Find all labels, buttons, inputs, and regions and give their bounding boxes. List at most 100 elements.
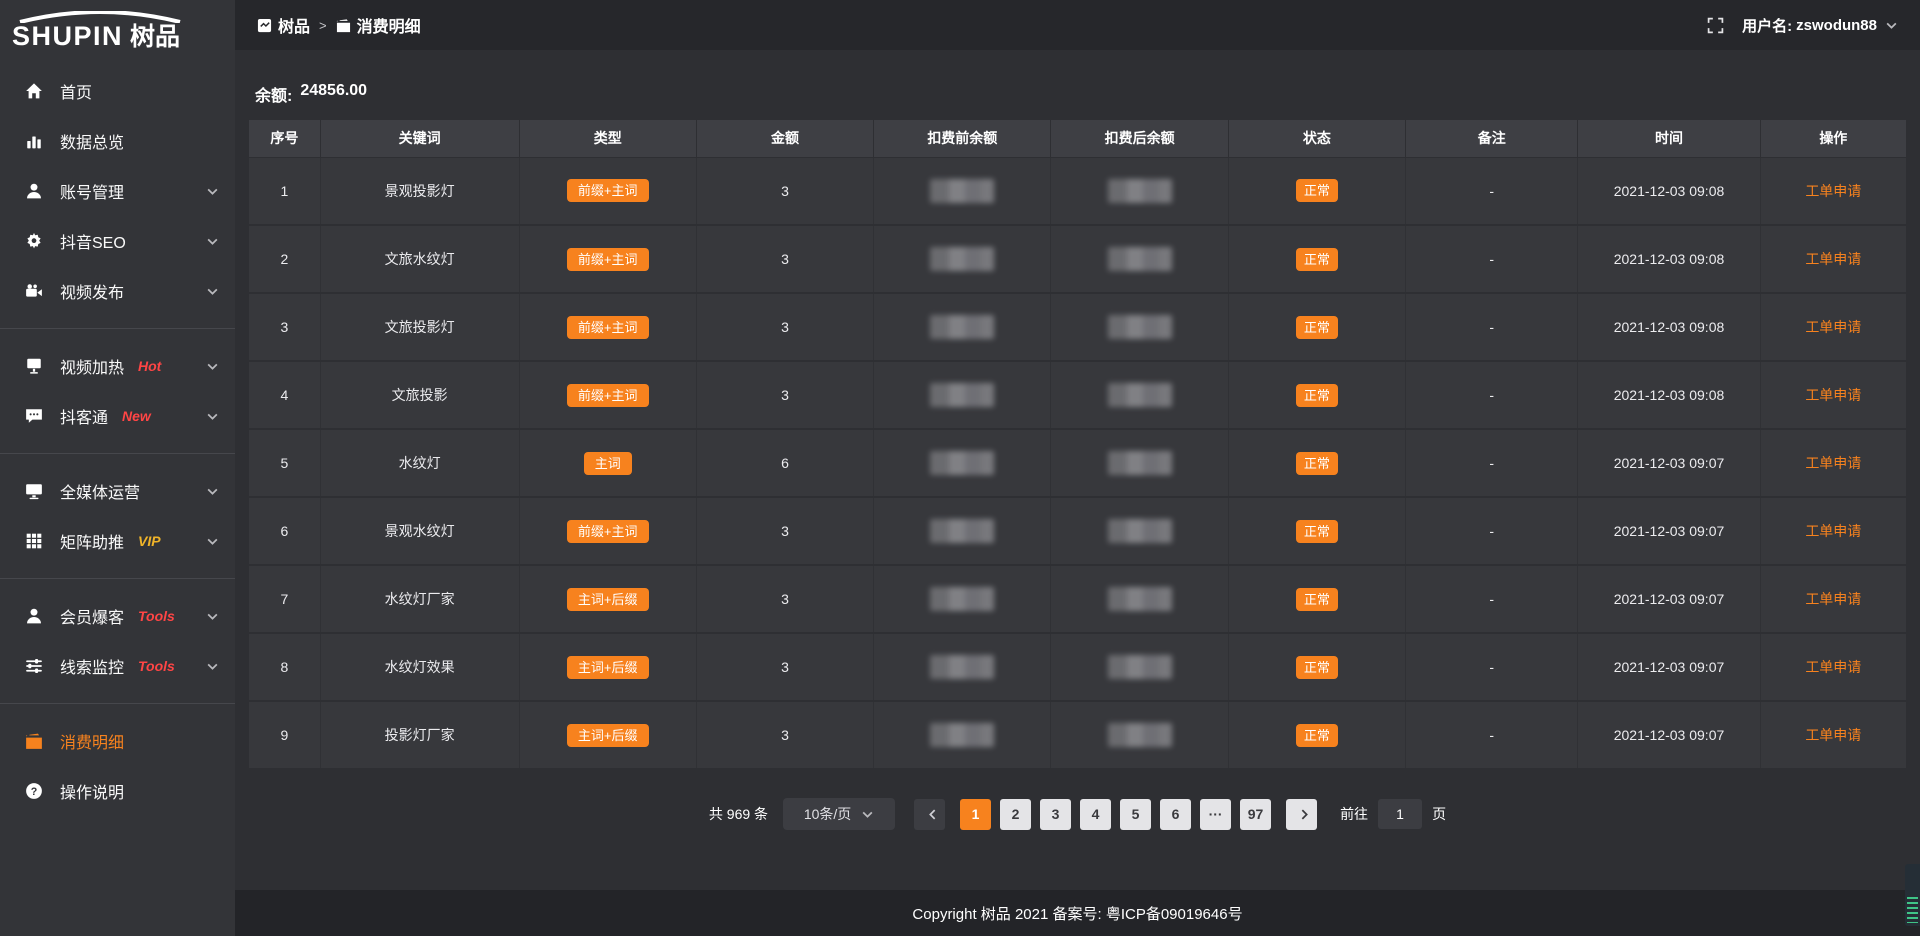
sidebar-badge: Hot <box>138 358 161 374</box>
masked-value <box>1108 655 1172 679</box>
ticket-apply-link[interactable]: 工单申请 <box>1805 183 1861 199</box>
sliders-icon <box>24 656 44 676</box>
page-button-2[interactable]: 2 <box>1000 799 1031 830</box>
fullscreen-icon[interactable] <box>1707 17 1724 34</box>
cell-type: 主词+后缀 <box>519 633 696 701</box>
cell-balance-before <box>874 225 1051 293</box>
goto-page-input[interactable] <box>1378 799 1422 829</box>
cell-keyword: 景观水纹灯 <box>320 497 519 565</box>
ticket-apply-link[interactable]: 工单申请 <box>1805 727 1861 743</box>
ticket-apply-link[interactable]: 工单申请 <box>1805 659 1861 675</box>
sidebar-item-全媒体运营[interactable]: 全媒体运营 <box>0 466 235 516</box>
sidebar-item-label: 全媒体运营 <box>60 479 140 503</box>
cell-balance-after <box>1051 225 1228 293</box>
ticket-apply-link[interactable]: 工单申请 <box>1805 387 1861 403</box>
cell-type: 前缀+主词 <box>519 361 696 429</box>
cell-keyword: 文旅水纹灯 <box>320 225 519 293</box>
page-button-97[interactable]: 97 <box>1240 799 1271 830</box>
breadcrumb-item-current[interactable]: 消费明细 <box>336 13 421 37</box>
table-header-row: 序号关键词类型金额扣费前余额扣费后余额状态备注时间操作 <box>249 120 1906 157</box>
sidebar-item-抖音SEO[interactable]: 抖音SEO <box>0 216 235 266</box>
cell-type: 主词+后缀 <box>519 701 696 769</box>
type-tag: 主词+后缀 <box>567 588 649 611</box>
cell-note: - <box>1406 429 1578 497</box>
masked-value <box>930 179 994 203</box>
cell-time: 2021-12-03 09:08 <box>1578 157 1760 225</box>
ticket-apply-link[interactable]: 工单申请 <box>1805 455 1861 471</box>
next-page-button[interactable] <box>1286 799 1317 830</box>
cell-note: - <box>1406 157 1578 225</box>
page-button-4[interactable]: 4 <box>1080 799 1111 830</box>
cell-balance-before <box>874 497 1051 565</box>
cell-balance-after <box>1051 633 1228 701</box>
wallet-icon <box>24 731 44 751</box>
pagination: 共 969 条 10条/页 123456···97 <box>249 798 1906 830</box>
chevron-down-icon <box>206 485 219 498</box>
type-tag: 前缀+主词 <box>567 316 649 339</box>
cell-index: 5 <box>249 429 320 497</box>
chevron-down-icon <box>206 410 219 423</box>
cell-time: 2021-12-03 09:08 <box>1578 361 1760 429</box>
cell-index: 1 <box>249 157 320 225</box>
table-row: 6景观水纹灯前缀+主词3正常-2021-12-03 09:07工单申请 <box>249 497 1906 565</box>
cell-keyword: 景观投影灯 <box>320 157 519 225</box>
more-pages-button[interactable]: ··· <box>1200 799 1231 830</box>
masked-value <box>1108 519 1172 543</box>
cell-balance-before <box>874 701 1051 769</box>
chevron-left-icon <box>926 808 939 821</box>
page-button-1[interactable]: 1 <box>960 799 991 830</box>
page-size-select[interactable]: 10条/页 <box>783 798 895 830</box>
user-menu[interactable]: 用户名: zswodun88 <box>1742 15 1898 36</box>
page-button-3[interactable]: 3 <box>1040 799 1071 830</box>
balance-label: 余额: <box>255 82 292 106</box>
table-row: 3文旅投影灯前缀+主词3正常-2021-12-03 09:08工单申请 <box>249 293 1906 361</box>
content: 余额: 24856.00 序号关键词类型金额扣费前余额扣费后余额状态备注时间操作… <box>235 50 1920 890</box>
copyright-text: Copyright 树品 2021 备案号: 粤ICP备09019646号 <box>912 903 1242 924</box>
status-badge: 正常 <box>1296 520 1338 543</box>
consumption-table: 序号关键词类型金额扣费前余额扣费后余额状态备注时间操作 1景观投影灯前缀+主词3… <box>249 120 1906 770</box>
svg-text:?: ? <box>31 786 38 798</box>
sidebar-item-矩阵助推[interactable]: 矩阵助推VIP <box>0 516 235 566</box>
sidebar-item-首页[interactable]: 首页 <box>0 66 235 116</box>
topbar-right: 用户名: zswodun88 <box>1707 15 1898 36</box>
ticket-apply-link[interactable]: 工单申请 <box>1805 591 1861 607</box>
cell-action: 工单申请 <box>1760 157 1906 225</box>
masked-value <box>1108 179 1172 203</box>
balance: 余额: 24856.00 <box>255 82 1900 106</box>
sidebar-item-label: 操作说明 <box>60 779 124 803</box>
breadcrumb-item-home[interactable]: 树品 <box>257 13 310 37</box>
sidebar-item-label: 抖音SEO <box>60 229 126 253</box>
cell-index: 7 <box>249 565 320 633</box>
sidebar-item-线索监控[interactable]: 线索监控Tools <box>0 641 235 691</box>
cell-keyword: 水纹灯效果 <box>320 633 519 701</box>
ticket-apply-link[interactable]: 工单申请 <box>1805 251 1861 267</box>
type-tag: 主词+后缀 <box>567 724 649 747</box>
sidebar-item-消费明细[interactable]: 消费明细 <box>0 716 235 766</box>
sidebar-badge: VIP <box>138 533 161 549</box>
sidebar-item-会员爆客[interactable]: 会员爆客Tools <box>0 591 235 641</box>
cell-action: 工单申请 <box>1760 361 1906 429</box>
screen-icon <box>24 356 44 376</box>
sidebar-item-数据总览[interactable]: 数据总览 <box>0 116 235 166</box>
sidebar-item-操作说明[interactable]: ? 操作说明 <box>0 766 235 816</box>
cell-status: 正常 <box>1228 293 1405 361</box>
status-badge: 正常 <box>1296 724 1338 747</box>
table-row: 2文旅水纹灯前缀+主词3正常-2021-12-03 09:08工单申请 <box>249 225 1906 293</box>
sidebar-item-视频加热[interactable]: 视频加热Hot <box>0 341 235 391</box>
page-buttons: 123456 ··· 97 <box>960 799 1271 830</box>
type-tag: 主词+后缀 <box>567 656 649 679</box>
username-value: zswodun88 <box>1796 17 1877 34</box>
sidebar-item-账号管理[interactable]: 账号管理 <box>0 166 235 216</box>
page-button-5[interactable]: 5 <box>1120 799 1151 830</box>
ticket-apply-link[interactable]: 工单申请 <box>1805 319 1861 335</box>
prev-page-button[interactable] <box>914 799 945 830</box>
sidebar-divider <box>0 578 235 579</box>
sidebar-item-抖客通[interactable]: 抖客通New <box>0 391 235 441</box>
masked-value <box>1108 451 1172 475</box>
cell-status: 正常 <box>1228 225 1405 293</box>
cell-type: 前缀+主词 <box>519 497 696 565</box>
sidebar-item-视频发布[interactable]: 视频发布 <box>0 266 235 316</box>
ticket-apply-link[interactable]: 工单申请 <box>1805 523 1861 539</box>
page-button-6[interactable]: 6 <box>1160 799 1191 830</box>
table-row: 7水纹灯厂家主词+后缀3正常-2021-12-03 09:07工单申请 <box>249 565 1906 633</box>
